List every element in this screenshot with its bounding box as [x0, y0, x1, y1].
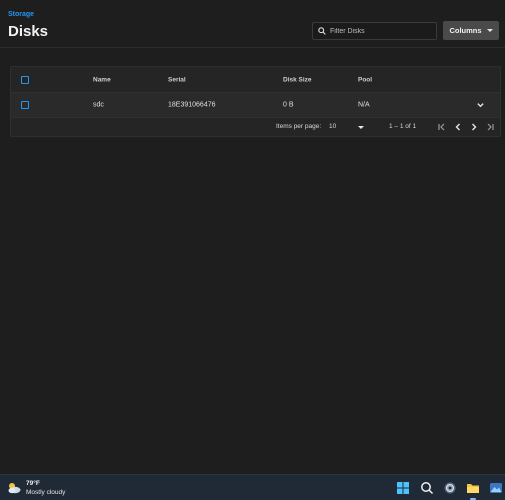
filter-disks-field[interactable] — [312, 22, 437, 40]
filter-disks-input[interactable] — [330, 27, 430, 35]
weather-temperature[interactable]: 79°F — [26, 480, 40, 487]
settings-gear-icon[interactable] — [443, 481, 457, 495]
row-checkbox[interactable] — [21, 101, 29, 109]
select-all-checkbox[interactable] — [21, 75, 29, 84]
caret-down-icon[interactable] — [358, 126, 364, 129]
column-header-serial[interactable]: Serial — [168, 76, 186, 83]
page-range-label: 1 – 1 of 1 — [389, 123, 417, 130]
disks-table: Name Serial Disk Size Pool sdc 18E391066… — [10, 66, 501, 137]
paginator: Items per page: 10 1 – 1 of 1 — [11, 118, 500, 137]
table-header-row: Name Serial Disk Size Pool — [11, 67, 500, 93]
page-size-select[interactable]: 10 — [329, 123, 336, 130]
last-page-icon[interactable] — [485, 122, 495, 132]
search-icon — [318, 27, 326, 35]
cloudy-weather-icon[interactable] — [6, 480, 22, 496]
disk-pool: N/A — [358, 101, 370, 109]
page-title: Disks — [8, 23, 49, 40]
caret-down-icon — [486, 29, 493, 32]
disk-serial: 18E391066476 — [168, 101, 216, 109]
search-icon[interactable] — [420, 481, 434, 495]
chevron-down-icon[interactable] — [476, 101, 485, 110]
items-per-page-label: Items per page: — [276, 123, 322, 130]
page-header: Storage Disks Columns — [0, 0, 505, 48]
columns-button-label: Columns — [449, 26, 482, 35]
previous-page-icon[interactable] — [453, 122, 463, 132]
windows-start-icon[interactable] — [396, 481, 410, 495]
next-page-icon[interactable] — [469, 122, 479, 132]
column-header-pool[interactable]: Pool — [358, 76, 372, 83]
column-header-name[interactable]: Name — [93, 76, 111, 83]
table-row[interactable]: sdc 18E391066476 0 B N/A — [11, 93, 500, 118]
taskbar: 79°F Mostly cloudy — [0, 474, 505, 500]
columns-button[interactable]: Columns — [443, 21, 499, 40]
column-header-disk-size[interactable]: Disk Size — [283, 76, 312, 83]
disk-size: 0 B — [283, 101, 294, 109]
file-explorer-icon[interactable] — [466, 481, 480, 495]
breadcrumb[interactable]: Storage — [8, 11, 34, 18]
photos-app-icon[interactable] — [489, 481, 503, 495]
first-page-icon[interactable] — [437, 122, 447, 132]
weather-description[interactable]: Mostly cloudy — [26, 489, 65, 496]
disk-name: sdc — [93, 101, 104, 109]
